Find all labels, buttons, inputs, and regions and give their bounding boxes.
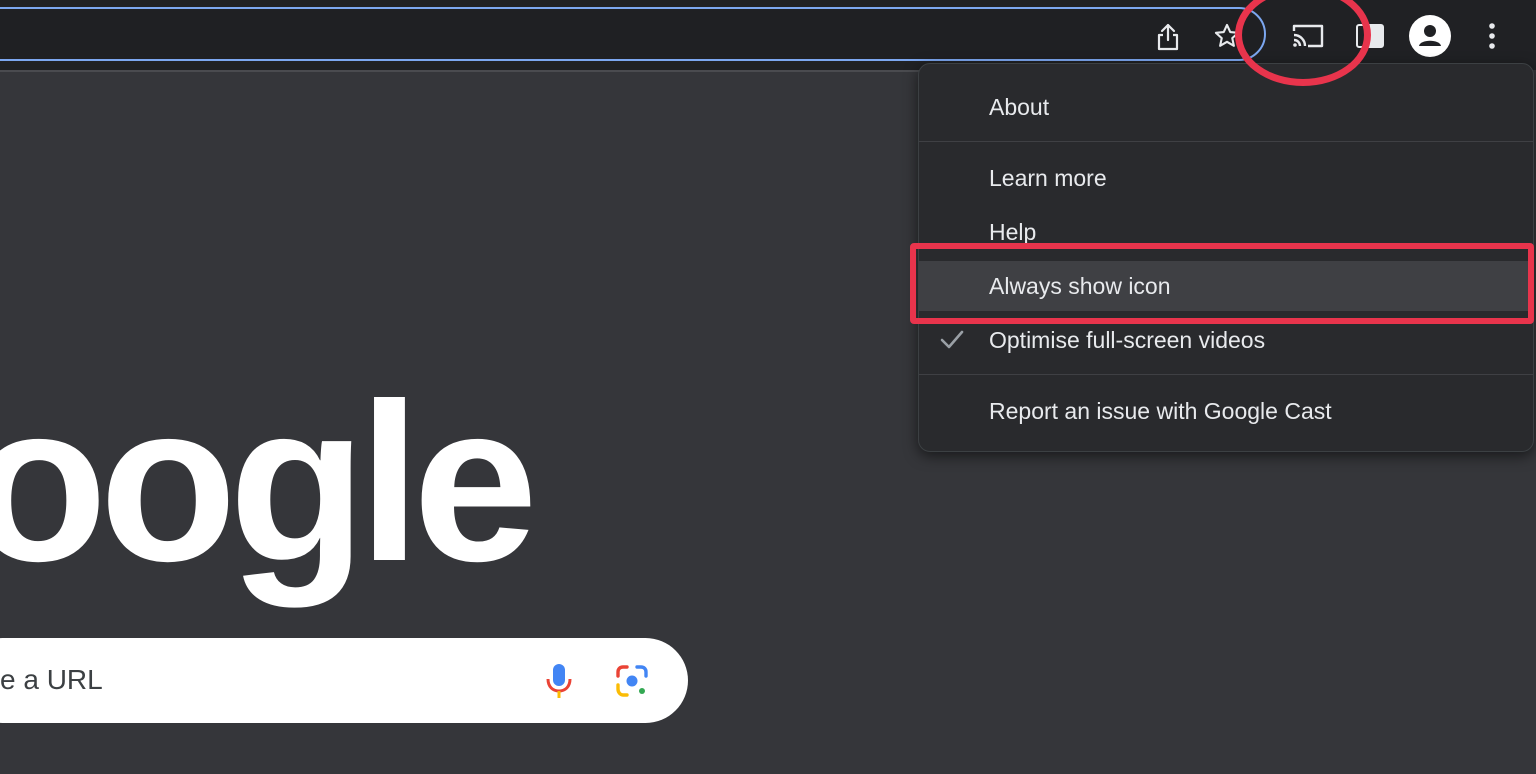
profile-icon[interactable]	[1408, 14, 1452, 58]
menu-item-learn-more[interactable]: Learn more	[919, 153, 1533, 203]
menu-item-label: Learn more	[989, 165, 1107, 191]
address-bar[interactable]	[0, 7, 1266, 61]
more-menu-icon[interactable]	[1480, 18, 1504, 54]
menu-item-label: About	[989, 94, 1050, 120]
voice-search-icon[interactable]	[544, 662, 574, 705]
annotation-highlight-box	[910, 243, 1534, 324]
google-logo: oogle	[0, 356, 538, 608]
search-box[interactable]: e a URL	[0, 638, 688, 723]
checkmark-icon	[939, 315, 965, 382]
share-icon[interactable]	[1152, 20, 1184, 54]
search-placeholder: e a URL	[0, 664, 103, 695]
menu-item-label: Report an issue with Google Cast	[989, 398, 1332, 424]
lens-search-icon[interactable]	[614, 664, 650, 703]
menu-item-report-issue[interactable]: Report an issue with Google Cast	[919, 386, 1533, 436]
menu-item-about[interactable]: About	[919, 82, 1533, 132]
menu-item-label: Optimise full-screen videos	[989, 327, 1266, 353]
toolbar-divider	[0, 70, 920, 72]
menu-item-label: Help	[989, 219, 1037, 245]
menu-separator	[919, 374, 1533, 375]
menu-separator	[919, 141, 1533, 142]
